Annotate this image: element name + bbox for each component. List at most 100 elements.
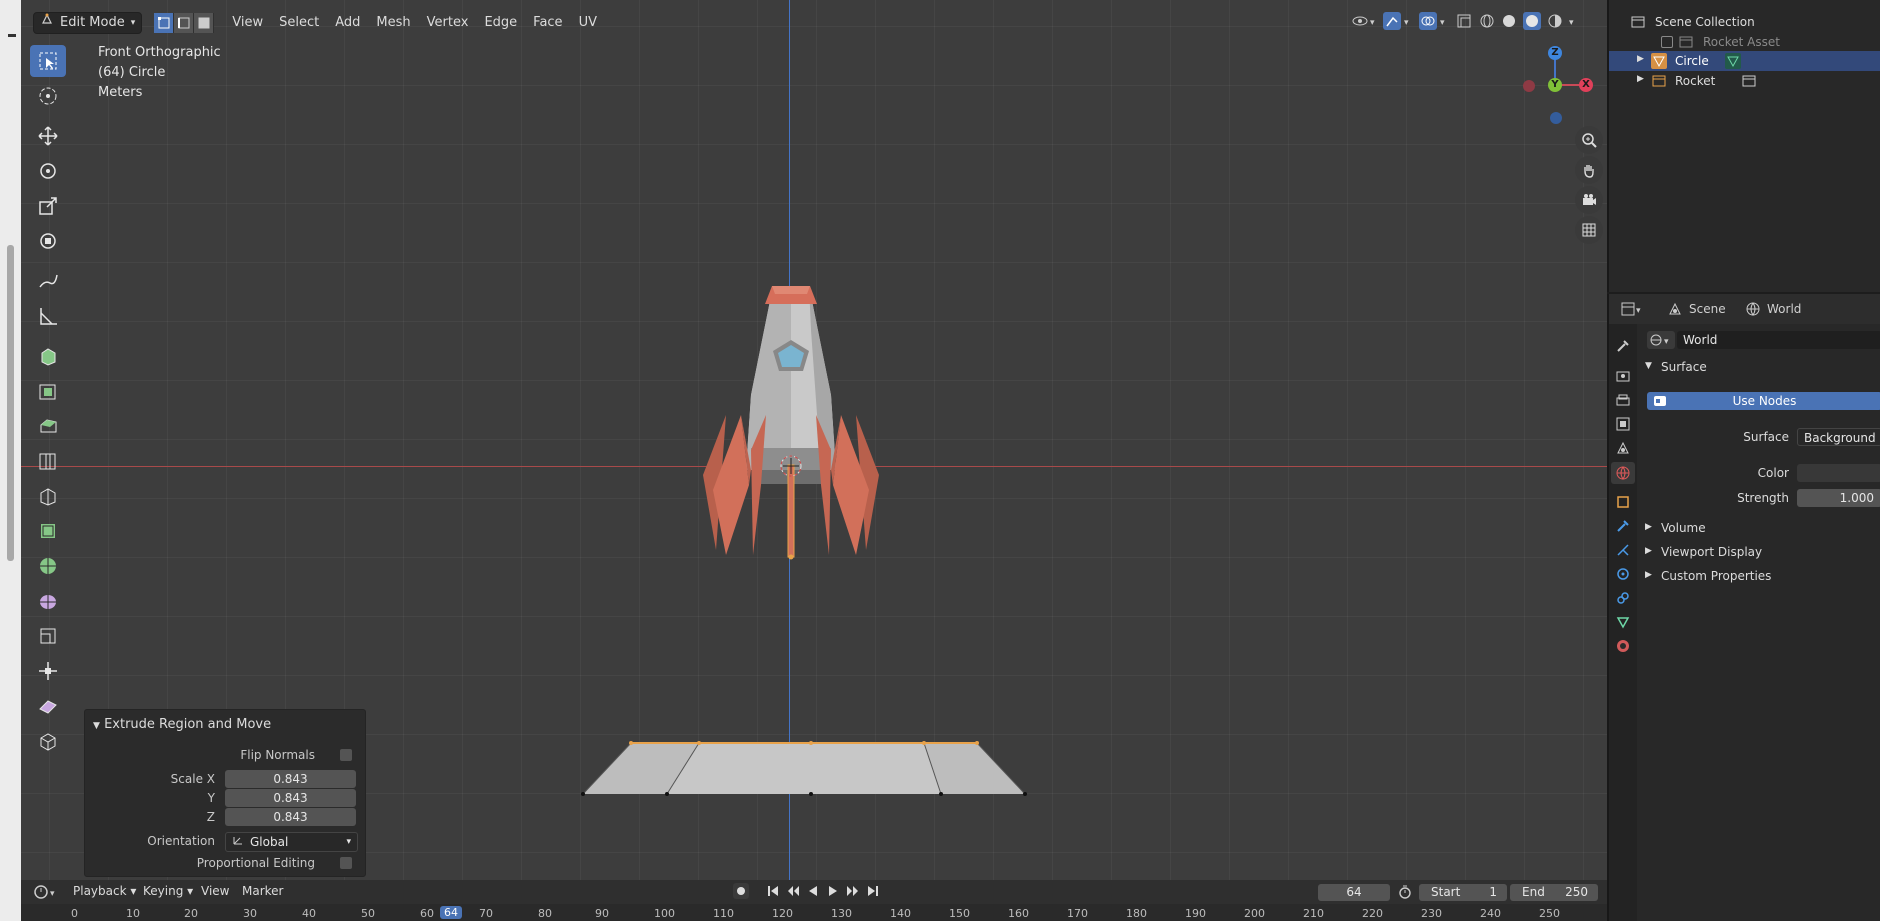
constraints-properties-icon[interactable] bbox=[1615, 590, 1631, 606]
volume-panel-header[interactable]: ▶ Volume bbox=[1639, 518, 1880, 538]
output-properties-icon[interactable] bbox=[1615, 392, 1631, 408]
annotate-tool[interactable] bbox=[30, 265, 66, 297]
world-tab-label[interactable]: World bbox=[1767, 302, 1801, 316]
editor-type-icon[interactable]: ▾ bbox=[1621, 301, 1645, 320]
gizmo-neg-x-axis[interactable] bbox=[1523, 80, 1535, 92]
gizmo-z-axis[interactable]: Z bbox=[1548, 46, 1562, 60]
rotate-tool[interactable] bbox=[30, 155, 66, 187]
shading-options-chevron-icon[interactable]: ▾ bbox=[1569, 18, 1574, 28]
particles-properties-icon[interactable] bbox=[1615, 542, 1631, 558]
scene-tab-label[interactable]: Scene bbox=[1689, 302, 1726, 316]
face-select-button[interactable] bbox=[194, 12, 215, 33]
strength-field[interactable]: 1.000 bbox=[1797, 489, 1880, 507]
pan-hand-icon[interactable] bbox=[1575, 156, 1603, 184]
render-properties-icon[interactable] bbox=[1615, 368, 1631, 384]
outliner-row-circle[interactable]: ▶ Circle bbox=[1609, 51, 1880, 71]
playback-menu[interactable]: Playback ▾ bbox=[73, 884, 136, 898]
camera-view-icon[interactable] bbox=[1575, 186, 1603, 214]
edge-slide-tool[interactable] bbox=[30, 655, 66, 687]
editor-type-icon[interactable]: ▾ bbox=[33, 884, 59, 903]
outliner-row-rocket[interactable]: ▶ Rocket bbox=[1609, 71, 1880, 91]
physics-properties-icon[interactable] bbox=[1615, 566, 1631, 582]
use-nodes-button[interactable]: Use Nodes bbox=[1647, 392, 1880, 410]
scale-y-field[interactable]: 0.843 bbox=[225, 789, 356, 807]
gizmo-y-axis[interactable]: Y bbox=[1548, 78, 1562, 92]
select-box-tool[interactable] bbox=[30, 45, 66, 77]
smooth-tool[interactable] bbox=[30, 620, 66, 652]
scrollbar[interactable] bbox=[7, 245, 14, 561]
overlay-toggle-icon[interactable]: ▾ bbox=[1419, 12, 1449, 33]
prev-keyframe-icon[interactable] bbox=[785, 883, 801, 902]
tool-settings-icon[interactable] bbox=[1615, 338, 1631, 354]
material-properties-icon[interactable] bbox=[1615, 638, 1631, 654]
orientation-dropdown[interactable]: Global ▾ bbox=[225, 832, 358, 852]
menu-edge[interactable]: Edge bbox=[476, 12, 525, 34]
surface-shader-dropdown[interactable]: Background bbox=[1797, 428, 1880, 446]
mode-dropdown[interactable]: Edit Mode ▾ bbox=[33, 11, 143, 34]
scene-collection-row[interactable]: Scene Collection bbox=[1609, 12, 1880, 32]
play-icon[interactable] bbox=[825, 883, 841, 902]
collection-instance-icon[interactable] bbox=[1741, 73, 1757, 92]
world-browse-button[interactable]: ▾ bbox=[1647, 331, 1675, 349]
stopwatch-icon[interactable] bbox=[1397, 884, 1413, 903]
end-frame-field[interactable]: End 250 bbox=[1510, 884, 1598, 901]
expand-triangle-icon[interactable]: ▶ bbox=[1637, 74, 1644, 84]
menu-mesh[interactable]: Mesh bbox=[368, 12, 418, 34]
solid-shading-icon[interactable] bbox=[1501, 13, 1517, 32]
timeline-view-menu[interactable]: View bbox=[201, 884, 229, 898]
modifier-properties-icon[interactable] bbox=[1615, 518, 1631, 534]
scale-z-field[interactable]: 0.843 bbox=[225, 808, 356, 826]
record-icon[interactable] bbox=[733, 883, 749, 902]
extruded-mesh[interactable] bbox=[571, 732, 1031, 802]
next-keyframe-icon[interactable] bbox=[845, 883, 861, 902]
ortho-grid-icon[interactable] bbox=[1575, 216, 1603, 244]
scale-x-field[interactable]: 0.843 bbox=[225, 770, 356, 788]
loop-cut-tool[interactable] bbox=[30, 480, 66, 512]
move-tool[interactable] bbox=[30, 120, 66, 152]
current-frame-field[interactable]: 64 bbox=[1318, 884, 1390, 901]
menu-vertex[interactable]: Vertex bbox=[419, 12, 477, 34]
jump-end-icon[interactable] bbox=[865, 883, 881, 902]
rendered-shading-icon[interactable] bbox=[1547, 13, 1563, 32]
zoom-icon[interactable] bbox=[1575, 126, 1603, 154]
navigation-gizmo[interactable]: Z Y X bbox=[1511, 40, 1607, 130]
rip-region-tool[interactable] bbox=[30, 725, 66, 757]
transform-tool[interactable] bbox=[30, 225, 66, 257]
surface-panel-header[interactable]: ▼ Surface bbox=[1639, 357, 1880, 377]
measure-tool[interactable] bbox=[30, 300, 66, 332]
menu-select[interactable]: Select bbox=[271, 12, 327, 34]
menu-add[interactable]: Add bbox=[327, 12, 368, 34]
expand-triangle-icon[interactable]: ▶ bbox=[1637, 54, 1644, 64]
mesh-data-properties-icon[interactable] bbox=[1615, 614, 1631, 630]
flip-normals-checkbox[interactable] bbox=[340, 749, 352, 761]
gizmo-toggle-icon[interactable]: ▾ bbox=[1383, 12, 1413, 33]
start-frame-field[interactable]: Start 1 bbox=[1419, 884, 1507, 901]
wireframe-shading-icon[interactable] bbox=[1479, 13, 1495, 32]
poly-build-tool[interactable] bbox=[30, 550, 66, 582]
custom-properties-panel-header[interactable]: ▶ Custom Properties bbox=[1639, 566, 1880, 586]
vertex-select-button[interactable] bbox=[154, 12, 175, 33]
jump-start-icon[interactable] bbox=[765, 883, 781, 902]
bevel-tool[interactable] bbox=[30, 445, 66, 477]
rocket-object[interactable] bbox=[671, 270, 911, 570]
inset-faces-tool[interactable] bbox=[30, 410, 66, 442]
scene-properties-icon[interactable] bbox=[1615, 440, 1631, 456]
menu-uv[interactable]: UV bbox=[571, 12, 605, 34]
world-properties-icon[interactable] bbox=[1611, 462, 1635, 484]
scale-tool[interactable] bbox=[30, 190, 66, 222]
marker-menu[interactable]: Marker bbox=[242, 884, 283, 898]
color-swatch[interactable] bbox=[1797, 464, 1880, 482]
world-name-field[interactable]: World bbox=[1677, 331, 1880, 349]
menu-view[interactable]: View bbox=[224, 12, 271, 34]
xray-toggle-icon[interactable] bbox=[1455, 12, 1473, 33]
operator-panel-header[interactable]: ▼ Extrude Region and Move bbox=[93, 717, 271, 732]
material-shading-icon[interactable] bbox=[1523, 12, 1541, 33]
gizmo-x-axis[interactable]: X bbox=[1579, 78, 1593, 92]
object-properties-icon[interactable] bbox=[1615, 494, 1631, 510]
exclude-checkbox[interactable] bbox=[1661, 36, 1673, 48]
current-frame-marker[interactable]: 64 bbox=[440, 906, 462, 919]
menu-face[interactable]: Face bbox=[525, 12, 570, 34]
mesh-data-icon[interactable] bbox=[1725, 53, 1741, 72]
shrink-fatten-tool[interactable] bbox=[30, 690, 66, 722]
play-reverse-icon[interactable] bbox=[805, 883, 821, 902]
